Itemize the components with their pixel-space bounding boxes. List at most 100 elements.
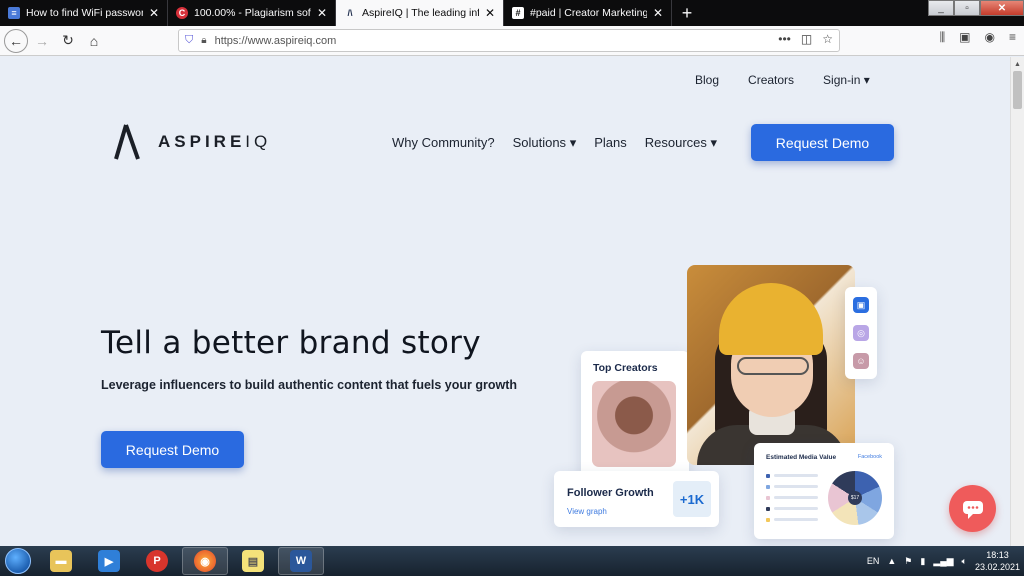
legend-row: [774, 518, 818, 521]
hero-title: Tell a better brand story: [101, 325, 481, 361]
firefox-icon: ◉: [194, 550, 216, 572]
legend-dot: [766, 507, 770, 511]
photo-glasses: [737, 357, 809, 375]
restore-button[interactable]: ▫: [954, 0, 980, 16]
menu-icon[interactable]: ≡: [1009, 30, 1016, 45]
word-icon: W: [290, 550, 312, 572]
emv-pie-chart: $17: [828, 471, 882, 525]
docs-favicon-icon: ≡: [8, 7, 20, 19]
logo-text-bold: ASPIRE: [158, 132, 246, 151]
chat-bubble-icon: [962, 500, 983, 519]
sidebar-icon[interactable]: ▣: [959, 30, 970, 45]
legend-dot: [766, 474, 770, 478]
forward-arrow-icon[interactable]: →: [30, 29, 54, 53]
sign-in-link[interactable]: Sign-in ▾: [823, 73, 870, 87]
creators-link[interactable]: Creators: [748, 73, 794, 87]
nav-solutions-label: Solutions: [512, 135, 567, 150]
browser-tab-1[interactable]: ≡ How to find WiFi password on ✕: [0, 0, 168, 26]
estimated-media-value-card: Estimated Media Value Facebook $17: [754, 443, 894, 539]
close-tab-icon[interactable]: ✕: [651, 6, 665, 20]
logo-mark-icon: [112, 123, 150, 161]
logo-text-light: IQ: [245, 132, 272, 151]
taskbar-media-player[interactable]: ▶: [86, 547, 132, 575]
browser-toolbar: ← → ↻ ⌂ ⛉ 🔒︎ https://www.aspireiq.com ••…: [0, 26, 1024, 56]
aspireiq-logo[interactable]: ASPIREIQ: [112, 123, 271, 161]
follower-growth-label: Follower Growth: [567, 487, 654, 499]
close-tab-icon[interactable]: ✕: [315, 6, 329, 20]
start-button[interactable]: [0, 546, 36, 576]
clock[interactable]: 18:13 23.02.2021: [975, 549, 1020, 573]
taskbar-explorer[interactable]: ▬: [38, 547, 84, 575]
scrollbar-thumb[interactable]: [1013, 71, 1022, 109]
address-bar[interactable]: ⛉ 🔒︎ https://www.aspireiq.com ••• ◫ ☆: [178, 29, 840, 52]
taskbar-psiphon[interactable]: P: [134, 547, 180, 575]
nav-solutions[interactable]: Solutions ▾: [513, 135, 577, 151]
request-demo-hero-button[interactable]: Request Demo: [101, 431, 244, 468]
chat-button[interactable]: [949, 485, 996, 532]
page-actions-icon[interactable]: •••: [778, 32, 791, 46]
photo-yellow-beanie: [719, 283, 823, 355]
minimize-button[interactable]: _: [928, 0, 954, 16]
tab-title: How to find WiFi password on: [26, 7, 143, 19]
taskbar-firefox[interactable]: ◉: [182, 547, 228, 575]
tab-title: AspireIQ | The leading influence: [362, 7, 479, 19]
caret-down-icon: ▾: [863, 73, 870, 87]
browser-tab-4[interactable]: # #paid | Creator Marketing Platf ✕: [504, 0, 672, 26]
nav-why-community[interactable]: Why Community?: [392, 135, 495, 151]
library-icon[interactable]: ⫼: [940, 30, 946, 45]
tracking-shield-icon[interactable]: ⛉: [185, 34, 193, 47]
taskbar-notes[interactable]: ▤: [230, 547, 276, 575]
legend-row: [774, 496, 818, 499]
browser-tab-3[interactable]: /\ AspireIQ | The leading influence ✕: [336, 0, 504, 26]
hashtag-favicon-icon: #: [512, 7, 524, 19]
emv-filter: Facebook: [857, 454, 882, 460]
legend-row: [774, 474, 818, 477]
plagiarism-favicon-icon: C: [176, 7, 188, 19]
signal-icon[interactable]: ▂▄▆: [933, 556, 953, 567]
tab-title: #paid | Creator Marketing Platf: [530, 7, 647, 19]
request-demo-header-button[interactable]: Request Demo: [751, 124, 894, 161]
system-tray: EN ▲ ⚑ ▮ ▂▄▆ 🔈︎ 18:13 23.02.2021: [867, 546, 1020, 576]
lock-icon[interactable]: 🔒︎: [201, 35, 206, 46]
volume-icon[interactable]: 🔈︎: [962, 556, 967, 567]
close-window-button[interactable]: ✕: [980, 0, 1024, 16]
close-tab-icon[interactable]: ✕: [483, 6, 497, 20]
top-links: Blog Creators Sign-in ▾: [695, 73, 870, 87]
psiphon-icon: P: [146, 550, 168, 572]
sign-in-label: Sign-in: [823, 73, 861, 87]
tray-expand-icon[interactable]: ▲: [887, 556, 896, 566]
page-scrollbar[interactable]: ▲: [1010, 57, 1024, 546]
close-tab-icon[interactable]: ✕: [147, 6, 161, 20]
action-center-flag-icon[interactable]: ⚑: [904, 556, 912, 567]
pocket-icon[interactable]: ◫: [801, 32, 812, 46]
creator-photo: [592, 381, 676, 467]
account-icon[interactable]: ◉: [985, 30, 995, 45]
nav-plans[interactable]: Plans: [594, 135, 627, 151]
emv-center-value: $17: [848, 491, 862, 505]
caret-down-icon: ▾: [710, 135, 718, 150]
legend-dot: [766, 518, 770, 522]
scroll-up-icon[interactable]: ▲: [1011, 57, 1024, 71]
blog-link[interactable]: Blog: [695, 73, 719, 87]
new-tab-button[interactable]: +: [672, 0, 702, 26]
nav-resources[interactable]: Resources ▾: [645, 135, 717, 151]
reload-icon[interactable]: ↻: [56, 29, 80, 53]
legend-dot: [766, 496, 770, 500]
aspireiq-favicon-icon: /\: [347, 8, 353, 18]
back-arrow-icon[interactable]: ←: [4, 28, 28, 53]
sticky-notes-icon: ▤: [242, 550, 264, 572]
legend-dot: [766, 485, 770, 489]
browser-tab-2[interactable]: C 100.00% - Plagiarism software ✕: [168, 0, 336, 26]
network-icon[interactable]: ▮: [920, 556, 925, 567]
top-creators-label: Top Creators: [593, 362, 658, 374]
language-indicator[interactable]: EN: [867, 556, 880, 566]
nav-resources-label: Resources: [644, 135, 707, 150]
media-player-icon: ▶: [98, 550, 120, 572]
hero-influencer-photo: [687, 265, 855, 465]
clock-time: 18:13: [986, 550, 1009, 560]
home-icon[interactable]: ⌂: [82, 29, 106, 53]
taskbar-word[interactable]: W: [278, 547, 324, 575]
bookmark-star-icon[interactable]: ☆: [822, 32, 833, 46]
url-text[interactable]: https://www.aspireiq.com: [215, 35, 337, 47]
browser-tab-bar: ≡ How to find WiFi password on ✕ C 100.0…: [0, 0, 1024, 26]
